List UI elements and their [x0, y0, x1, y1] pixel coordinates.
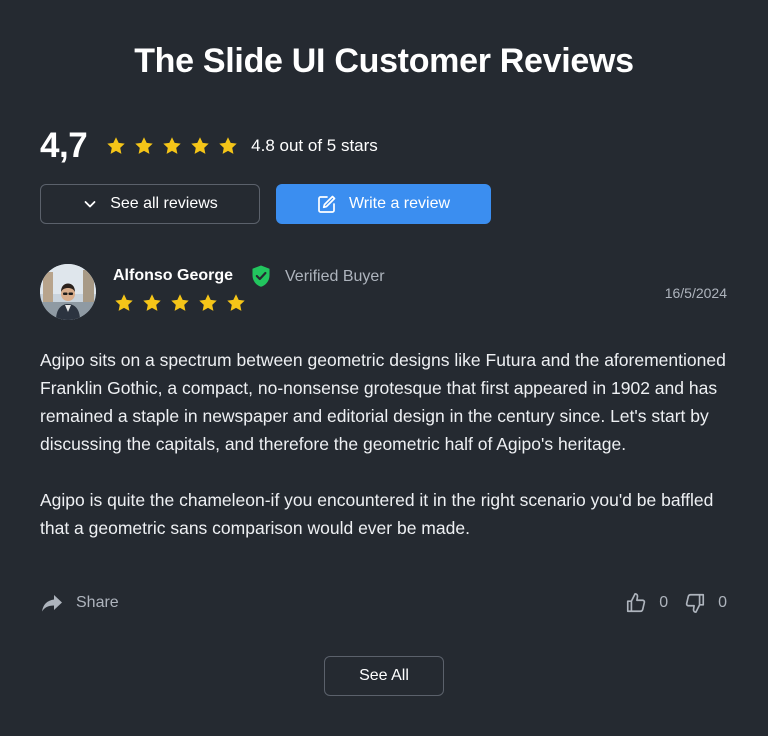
star-icon	[107, 137, 125, 154]
share-label: Share	[76, 594, 119, 611]
see-all-reviews-button[interactable]: See all reviews	[40, 184, 260, 224]
review-paragraph: Agipo is quite the chameleon-if you enco…	[40, 490, 714, 538]
thumbs-up-icon	[627, 593, 646, 613]
rating-text: 4.8 out of 5 stars	[251, 136, 378, 155]
star-icon	[191, 137, 209, 154]
summary-stars	[105, 135, 239, 157]
write-review-button[interactable]: Write a review	[276, 184, 491, 224]
edit-icon	[317, 194, 337, 214]
see-all-reviews-label: See all reviews	[110, 195, 218, 212]
review-votes: 0 0	[625, 592, 727, 614]
star-icon	[219, 137, 237, 154]
verified-buyer-label: Verified Buyer	[285, 268, 385, 285]
like-count: 0	[659, 594, 669, 611]
star-icon	[143, 294, 161, 311]
see-all-button[interactable]: See All	[324, 656, 444, 696]
star-icon	[199, 294, 217, 311]
average-rating: 4,7	[40, 126, 88, 165]
star-icon	[227, 294, 245, 311]
avatar	[40, 264, 96, 320]
share-icon	[42, 595, 62, 612]
verified-badge-icon	[252, 265, 270, 287]
thumbs-down-icon	[685, 593, 705, 613]
rating-summary: 4,7 4.8 out of 5 stars	[40, 126, 378, 166]
share-button[interactable]: Share	[40, 592, 119, 614]
write-review-label: Write a review	[348, 195, 451, 212]
review-paragraph: Agipo sits on a spectrum between geometr…	[40, 350, 726, 454]
reviewer-name: Alfonso George	[113, 267, 234, 284]
reviews-page: The Slide UI Customer Reviews 4,7 4.8 ou…	[0, 0, 768, 736]
dislike-button[interactable]: 0	[684, 592, 727, 614]
dislike-count: 0	[718, 594, 727, 611]
review-stars	[113, 292, 247, 314]
review-body: Agipo sits on a spectrum between geometr…	[40, 346, 735, 542]
star-icon	[115, 294, 133, 311]
review-date: 16/5/2024	[664, 285, 727, 301]
like-button[interactable]: 0	[625, 592, 668, 614]
star-icon	[163, 137, 181, 154]
page-title: The Slide UI Customer Reviews	[134, 42, 634, 80]
star-icon	[135, 137, 153, 154]
chevron-down-icon	[82, 196, 98, 212]
star-icon	[171, 294, 189, 311]
